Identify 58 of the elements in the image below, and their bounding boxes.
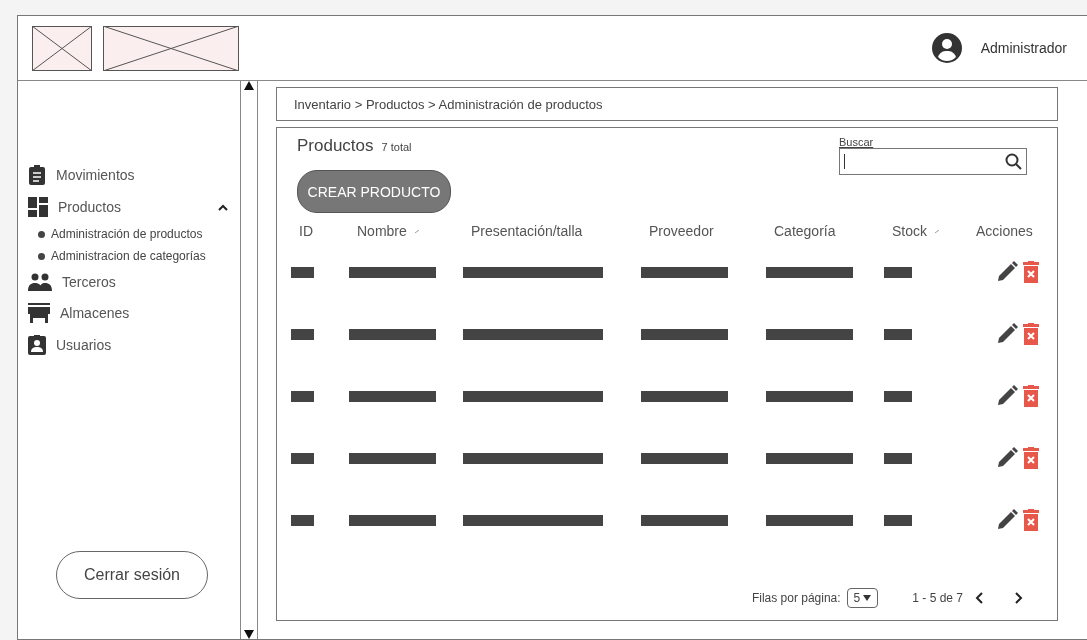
search-field[interactable] <box>839 148 1027 175</box>
dashboard-icon <box>28 197 48 217</box>
nav-item[interactable]: Productos <box>18 191 228 223</box>
text-placeholder-bar <box>291 452 314 464</box>
column-header: Categoría <box>774 223 836 239</box>
column-header: Proveedor <box>649 223 714 239</box>
rows-per-page-select[interactable]: 5 <box>846 588 879 608</box>
text-placeholder-bar <box>884 514 912 526</box>
pencil-icon[interactable] <box>996 323 1018 345</box>
text-placeholder-bar <box>884 390 912 402</box>
logout-button[interactable]: Cerrar sesión <box>56 551 208 599</box>
column-header[interactable]: Nombre <box>357 223 407 239</box>
create-product-button[interactable]: CREAR PRODUCTO <box>297 170 451 213</box>
badge-icon <box>28 335 46 355</box>
nav-item[interactable]: Terceros <box>18 267 228 297</box>
nav-item[interactable]: Usuarios <box>18 329 228 361</box>
user-avatar-icon[interactable] <box>931 33 962 63</box>
pencil-icon[interactable] <box>996 261 1018 283</box>
people-icon <box>28 273 52 291</box>
text-placeholder-bar <box>291 514 314 526</box>
text-placeholder-bar <box>884 266 912 278</box>
scroll-up-arrow[interactable] <box>244 81 254 90</box>
nav-item[interactable]: Almacenes <box>18 297 228 329</box>
text-placeholder-bar <box>291 328 314 340</box>
column-header[interactable]: Stock <box>892 223 927 239</box>
trash-icon[interactable] <box>1023 261 1039 283</box>
text-placeholder-bar <box>291 390 314 402</box>
total-count: 7 total <box>381 141 412 153</box>
nav-subitem[interactable]: Administracion de categorías <box>18 245 240 267</box>
clipboard-icon <box>28 165 46 185</box>
column-header: ID <box>299 223 313 239</box>
scrollbar[interactable] <box>240 81 258 639</box>
column-header: Presentación/talla <box>471 223 583 239</box>
page-range: 1 - 5 de 7 <box>912 591 963 605</box>
chevron-up-icon[interactable] <box>218 203 228 211</box>
column-header: Acciones <box>976 223 1033 239</box>
rows-per-page-label: Filas por página: <box>751 591 841 605</box>
card-title: Productos <box>297 136 374 156</box>
trash-icon[interactable] <box>1023 385 1039 407</box>
pencil-icon[interactable] <box>996 385 1018 407</box>
breadcrumb: Inventario > Productos > Administración de productos <box>276 87 1058 121</box>
nav-item[interactable]: Movimientos <box>18 159 228 191</box>
text-placeholder-bar <box>291 266 314 278</box>
trash-icon[interactable] <box>1023 323 1039 345</box>
search-icon[interactable] <box>1005 153 1022 170</box>
dropdown-arrow-icon[interactable] <box>863 595 872 601</box>
trash-icon[interactable] <box>1023 509 1039 531</box>
user-name: Administrador <box>980 40 1067 56</box>
pencil-icon[interactable] <box>996 509 1018 531</box>
nav-subitem[interactable]: Administración de productos <box>18 223 240 245</box>
scroll-down-arrow[interactable] <box>244 630 254 639</box>
text-placeholder-bar <box>884 328 912 340</box>
store-icon <box>28 303 50 323</box>
pencil-icon[interactable] <box>996 447 1018 469</box>
logo-placeholder <box>32 25 92 71</box>
text-placeholder-bar <box>884 452 912 464</box>
trash-icon[interactable] <box>1023 447 1039 469</box>
search-label: Buscar <box>839 136 875 148</box>
